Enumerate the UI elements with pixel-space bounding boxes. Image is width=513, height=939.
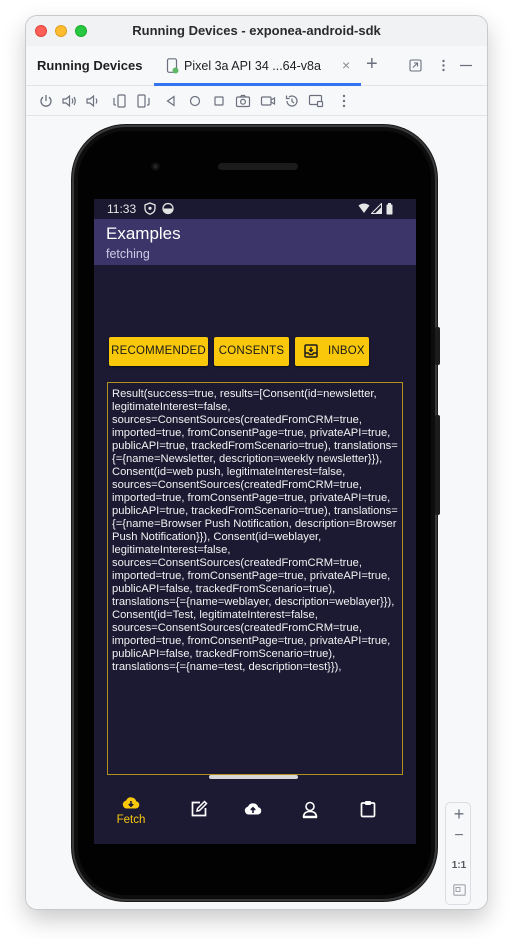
- result-text-box[interactable]: Result(success=true, results=[Consent(id…: [107, 382, 403, 775]
- cloud-download-icon: [122, 797, 140, 809]
- zoom-controls: + − 1:1: [445, 802, 471, 905]
- zoom-in-button[interactable]: +: [446, 804, 472, 825]
- power-icon[interactable]: [38, 93, 54, 109]
- device-frame-icon[interactable]: [308, 93, 324, 109]
- home-gesture-indicator[interactable]: [209, 775, 298, 779]
- device-toolbar: [26, 86, 487, 116]
- window-title: Running Devices - exponea-android-sdk: [132, 23, 381, 38]
- result-text: Result(success=true, results=[Consent(id…: [112, 388, 398, 673]
- volume-down-icon[interactable]: [84, 93, 100, 109]
- clipboard-icon: [360, 801, 376, 818]
- fit-screen-icon[interactable]: [446, 883, 472, 901]
- nav-item-flush[interactable]: [233, 793, 273, 829]
- back-icon[interactable]: [163, 93, 179, 109]
- volume-up-icon[interactable]: [61, 93, 77, 109]
- device-display-area: 11:33 Examples fetching RECOMMENDED CONS…: [26, 117, 487, 909]
- user-icon: [302, 801, 318, 819]
- bottom-navigation: Fetch: [94, 785, 416, 844]
- ide-window: Running Devices - exponea-android-sdk Ru…: [26, 16, 487, 909]
- power-side-button[interactable]: [435, 327, 440, 365]
- status-time: 11:33: [107, 202, 137, 216]
- minimize-icon[interactable]: [459, 59, 473, 75]
- app-subtitle: fetching: [106, 247, 150, 261]
- nav-label-fetch: Fetch: [116, 814, 146, 826]
- notification-icon: [162, 202, 174, 218]
- rotate-right-icon[interactable]: [135, 93, 151, 109]
- tab-label: Pixel 3a API 34 ...64-v8a: [184, 59, 321, 73]
- consents-button[interactable]: CONSENTS: [214, 337, 289, 366]
- screenshot-icon[interactable]: [235, 93, 251, 109]
- overview-icon[interactable]: [211, 93, 227, 109]
- more-vertical-icon[interactable]: [336, 93, 352, 109]
- screen-record-icon[interactable]: [260, 93, 276, 109]
- inbox-button[interactable]: INBOX: [295, 337, 369, 366]
- recommended-button[interactable]: RECOMMENDED: [109, 337, 208, 366]
- inbox-icon: [304, 344, 318, 358]
- add-device-button[interactable]: +: [366, 53, 378, 76]
- shield-icon: [144, 202, 156, 218]
- app-title: Examples: [106, 224, 181, 243]
- tool-window-title: Running Devices: [37, 58, 143, 73]
- restore-layout-icon[interactable]: [409, 59, 422, 75]
- nav-item-anonymize[interactable]: [290, 793, 330, 829]
- cloud-upload-icon: [244, 803, 262, 815]
- zoom-out-button[interactable]: −: [446, 827, 472, 845]
- snapshot-icon[interactable]: [284, 93, 300, 109]
- android-status-bar: 11:33: [94, 199, 416, 219]
- phone-frame: 11:33 Examples fetching RECOMMENDED CONS…: [72, 125, 440, 901]
- rotate-left-icon[interactable]: [112, 93, 128, 109]
- signal-icon: [370, 202, 382, 217]
- front-camera: [151, 162, 160, 171]
- nav-item-fetch[interactable]: Fetch: [111, 793, 151, 829]
- tab-pixel-3a[interactable]: Pixel 3a API 34 ...64-v8a ×: [154, 46, 361, 86]
- actual-size-button[interactable]: 1:1: [446, 860, 472, 871]
- earpiece-speaker: [218, 163, 298, 170]
- more-vertical-icon[interactable]: [437, 59, 450, 75]
- inbox-button-label: INBOX: [328, 345, 365, 357]
- device-icon: [166, 58, 179, 74]
- tab-close-icon[interactable]: ×: [342, 57, 350, 73]
- tool-window-header: Running Devices Pixel 3a API 34 ...64-v8…: [26, 46, 487, 86]
- phone-screen[interactable]: 11:33 Examples fetching RECOMMENDED CONS…: [94, 199, 416, 844]
- app-bar: Examples fetching: [94, 219, 416, 265]
- nav-item-in-app[interactable]: [348, 793, 388, 829]
- edit-icon: [191, 800, 208, 817]
- volume-side-button[interactable]: [435, 415, 440, 515]
- nav-item-track[interactable]: [179, 793, 219, 829]
- window-titlebar: Running Devices - exponea-android-sdk: [26, 16, 487, 46]
- wifi-icon: [358, 203, 370, 217]
- home-icon[interactable]: [187, 93, 203, 109]
- battery-icon: [386, 203, 393, 218]
- fetch-screen-content: RECOMMENDED CONSENTS INBOX Result(succes…: [94, 265, 416, 805]
